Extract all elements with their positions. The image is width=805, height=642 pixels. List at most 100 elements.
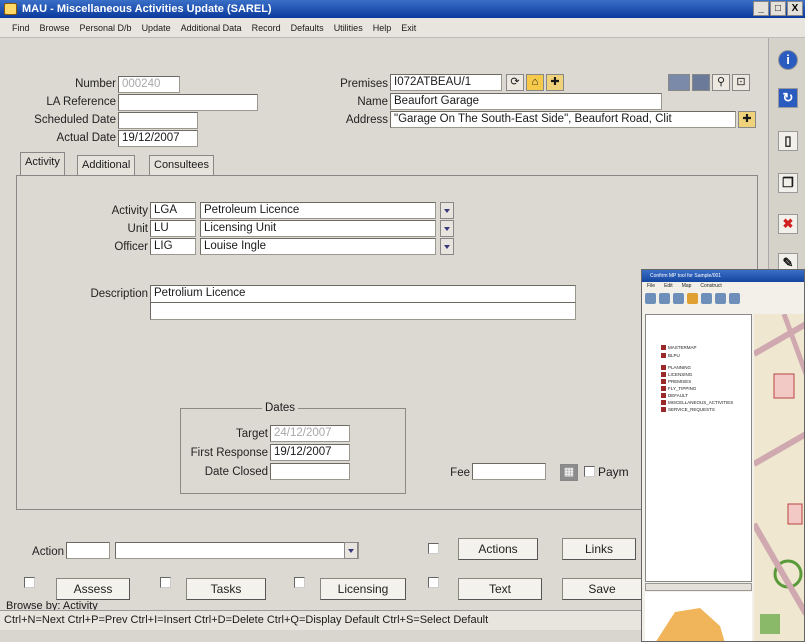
lookup-icon[interactable]: ⟳ xyxy=(506,74,524,91)
save-icon[interactable] xyxy=(659,293,670,304)
menu-browse[interactable]: Browse xyxy=(40,18,70,37)
map-popup-window[interactable]: Confirm MP tool for Sample/001 File Edit… xyxy=(641,269,805,642)
activity-label: Activity xyxy=(111,205,148,217)
actions-button[interactable]: Actions xyxy=(458,538,538,560)
la-reference-field[interactable] xyxy=(118,94,258,111)
fee-field[interactable] xyxy=(472,463,546,480)
select-icon[interactable] xyxy=(687,293,698,304)
map-menu-construct[interactable]: Construct xyxy=(700,282,721,291)
layer-item[interactable]: SERVICE_REQUESTS xyxy=(661,407,715,412)
title-bar: MAU - Miscellaneous Activities Update (S… xyxy=(0,0,805,18)
target-label: Target xyxy=(236,428,268,440)
text-checkbox[interactable] xyxy=(428,577,439,588)
unit-desc-field[interactable]: Licensing Unit xyxy=(200,220,436,237)
layer-item[interactable]: DEFAULT xyxy=(661,393,688,398)
map-menu-edit[interactable]: Edit xyxy=(664,282,673,291)
map-link-icon[interactable]: ✚ xyxy=(546,74,564,91)
save-button[interactable]: Save xyxy=(562,578,642,600)
unit-dropdown[interactable] xyxy=(440,220,454,237)
menu-find[interactable]: Find xyxy=(12,18,30,37)
activity-dropdown[interactable] xyxy=(440,202,454,219)
zoom-extent-icon[interactable] xyxy=(729,293,740,304)
new-record-icon[interactable]: ▯ xyxy=(778,131,798,151)
unit-code-field[interactable]: LU xyxy=(150,220,196,237)
menu-help[interactable]: Help xyxy=(373,18,392,37)
tasks-checkbox[interactable] xyxy=(160,577,171,588)
close-button[interactable]: X xyxy=(787,1,803,16)
address-field[interactable]: "Garage On The South-East Side", Beaufor… xyxy=(390,111,736,128)
menu-personal-db[interactable]: Personal D/b xyxy=(80,18,132,37)
minimize-button[interactable]: _ xyxy=(753,1,769,16)
text-button[interactable]: Text xyxy=(458,578,542,600)
delete-icon[interactable]: ✖ xyxy=(778,214,798,234)
layer-item[interactable]: FLY_TIPPING xyxy=(660,386,696,391)
actual-date-field[interactable]: 19/12/2007 xyxy=(118,130,198,147)
layer-scrollbar[interactable] xyxy=(645,583,752,591)
activity-code-field[interactable]: LGA xyxy=(150,202,196,219)
fee-calc-icon[interactable]: ▦ xyxy=(560,464,578,481)
menu-update[interactable]: Update xyxy=(142,18,171,37)
search-icon[interactable]: ⚲ xyxy=(712,74,730,91)
map-menu-file[interactable]: File xyxy=(647,282,655,291)
tab-activity[interactable]: Activity xyxy=(20,152,65,176)
address-pick-icon[interactable]: ✚ xyxy=(738,111,756,128)
layer-item[interactable]: MASTERMAP xyxy=(661,345,697,350)
layer-item[interactable]: MISCELLANEOUS_ACTIVITIES xyxy=(660,400,733,405)
layer-tree[interactable]: MASTERMAP BLPU PLANNING LICENSING PREMIS… xyxy=(645,314,752,582)
zoom-in-icon[interactable] xyxy=(701,293,712,304)
copy-icon[interactable]: ❐ xyxy=(778,173,798,193)
officer-dropdown[interactable] xyxy=(440,238,454,255)
info-icon[interactable]: i xyxy=(778,50,798,70)
officer-desc-field[interactable]: Louise Ingle xyxy=(200,238,436,255)
menu-exit[interactable]: Exit xyxy=(401,18,416,37)
assess-button[interactable]: Assess xyxy=(56,578,130,600)
refresh-icon[interactable]: ↻ xyxy=(778,88,798,108)
screen-alt-icon[interactable] xyxy=(692,74,710,91)
zoom-out-icon[interactable] xyxy=(715,293,726,304)
map-view[interactable] xyxy=(754,314,804,641)
description-line2-field[interactable] xyxy=(150,302,576,320)
menu-additional-data[interactable]: Additional Data xyxy=(181,18,242,37)
tab-consultees[interactable]: Consultees xyxy=(149,155,215,175)
window-title: MAU - Miscellaneous Activities Update (S… xyxy=(22,3,272,15)
description-line1-field[interactable]: Petrolium Licence xyxy=(150,285,576,303)
layer-item[interactable]: LICENSING xyxy=(660,372,692,377)
activity-desc-field[interactable]: Petroleum Licence xyxy=(200,202,436,219)
layer-item[interactable]: PLANNING xyxy=(660,365,691,370)
first-response-field[interactable]: 19/12/2007 xyxy=(270,444,350,461)
layer-item[interactable]: PREMISES xyxy=(660,379,691,384)
date-closed-field[interactable] xyxy=(270,463,350,480)
links-button[interactable]: Links xyxy=(562,538,636,560)
tab-additional[interactable]: Additional xyxy=(77,155,136,175)
officer-code-field[interactable]: LIG xyxy=(150,238,196,255)
map-window-title: Confirm MP tool for Sample/001 xyxy=(642,270,804,282)
payment-checkbox[interactable] xyxy=(584,466,595,477)
target-field[interactable]: 24/12/2007 xyxy=(270,425,350,442)
menu-record[interactable]: Record xyxy=(252,18,281,37)
menu-utilities[interactable]: Utilities xyxy=(334,18,363,37)
action-dropdown[interactable] xyxy=(344,542,358,559)
maximize-button[interactable]: □ xyxy=(770,1,786,16)
map-overview xyxy=(645,592,752,641)
unit-label: Unit xyxy=(127,223,148,235)
scheduled-date-field[interactable] xyxy=(118,112,198,129)
print-icon[interactable] xyxy=(645,293,656,304)
action-desc-field[interactable] xyxy=(115,542,359,559)
name-field[interactable]: Beaufort Garage xyxy=(390,93,662,110)
home-icon[interactable]: ⌂ xyxy=(526,74,544,91)
pan-icon[interactable] xyxy=(673,293,684,304)
layer-item[interactable]: BLPU xyxy=(661,353,680,358)
actual-date-label: Actual Date xyxy=(56,132,116,144)
assess-checkbox[interactable] xyxy=(24,577,35,588)
screen-icon[interactable] xyxy=(668,74,690,91)
action-code-field[interactable] xyxy=(66,542,110,559)
zoom-icon[interactable]: ⊡ xyxy=(732,74,750,91)
map-menu-map[interactable]: Map xyxy=(682,282,692,291)
actions-checkbox[interactable] xyxy=(428,543,439,554)
number-field[interactable]: 000240 xyxy=(118,76,180,93)
licensing-checkbox[interactable] xyxy=(294,577,305,588)
premises-field[interactable]: I072ATBEAU/1 xyxy=(390,74,502,91)
menu-defaults[interactable]: Defaults xyxy=(291,18,324,37)
licensing-button[interactable]: Licensing xyxy=(320,578,406,600)
tasks-button[interactable]: Tasks xyxy=(186,578,266,600)
